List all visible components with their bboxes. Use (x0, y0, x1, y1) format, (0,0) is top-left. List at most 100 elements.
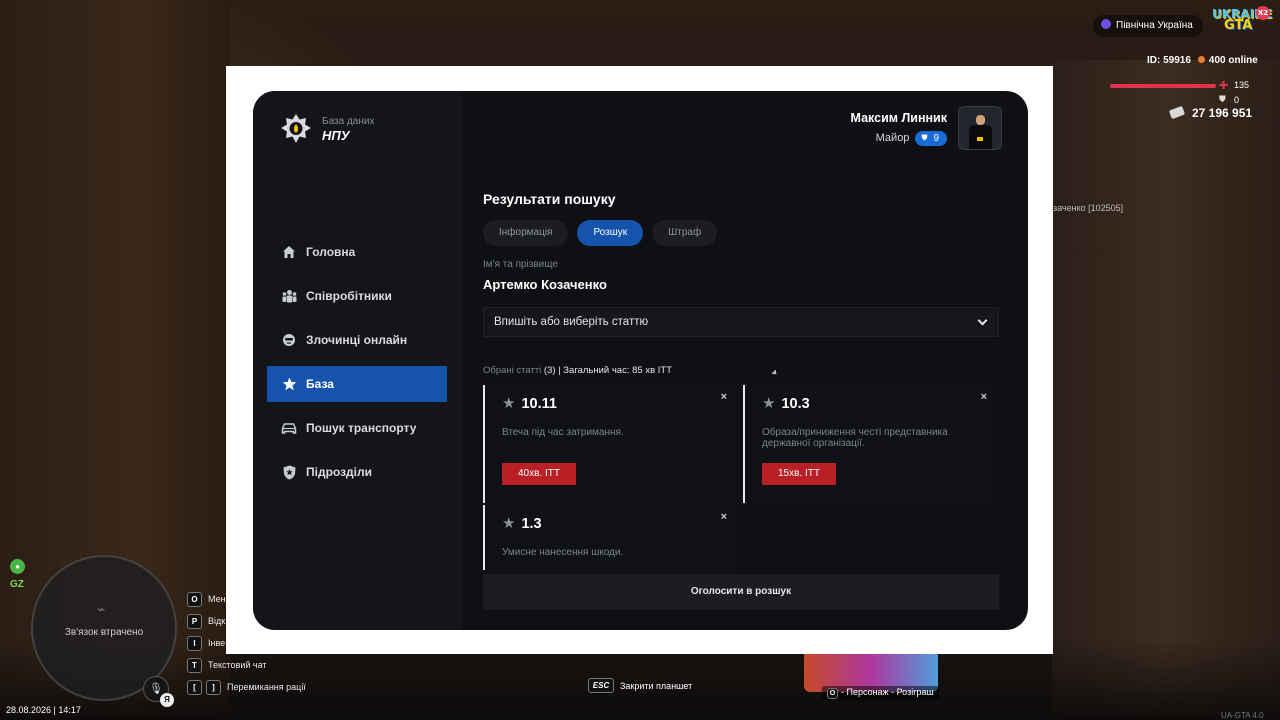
article-code: 1.3 (521, 516, 542, 532)
close-icon[interactable]: × (981, 391, 987, 403)
tab-fine[interactable]: Штраф (652, 220, 718, 246)
health-value: 135 (1234, 80, 1250, 90)
article-time-badge: 15хв. ITT (762, 463, 836, 485)
key-cap: [ (187, 679, 202, 695)
tab-wanted[interactable]: Розшук (577, 220, 644, 246)
brand: База даних НПУ (280, 113, 374, 145)
health-bar (1110, 84, 1216, 88)
sidebar-item-label: Співробітники (306, 289, 392, 303)
brand-subtitle: База даних (322, 115, 375, 127)
sidebar-item-home[interactable]: Головна (267, 234, 447, 270)
selected-count: (3) (543, 365, 556, 376)
key-cap: O (187, 591, 202, 607)
logo-multiplier-badge: X2 (1256, 6, 1270, 20)
rank-level: 9 (933, 132, 939, 144)
key-cap: P (187, 613, 202, 629)
article-description: Втеча під час затримання. (502, 427, 624, 438)
close-icon[interactable]: × (721, 391, 727, 403)
voice-badge: Я (160, 693, 174, 707)
selected-total-time: | Загальний час: 85 хв ITT (558, 365, 672, 376)
sidebar: База даних НПУ Головна Співробітники Зло… (253, 91, 462, 630)
sidebar-item-label: Пошук транспорту (306, 421, 417, 435)
article-select[interactable]: Впишіть або виберіть статтю (483, 307, 999, 337)
rank-badge: ⛊ 9 (915, 130, 947, 146)
suspect-name: Артемко Козаченко (483, 277, 607, 292)
sidebar-item-staff[interactable]: Співробітники (267, 278, 447, 314)
police-star-logo (280, 113, 312, 145)
badge-shield-icon (281, 464, 297, 480)
user-profile: Максим Линник Майор ⛊ 9 (851, 106, 1002, 150)
star-icon: ★ (502, 395, 516, 412)
minimap-status: Зв'язок втрачено (64, 627, 144, 638)
hotkey-text-chat: T Текстовий чат (187, 654, 306, 676)
hotkey-label: Інве (208, 638, 226, 648)
armor-value: 0 (1234, 95, 1240, 105)
key-cap: I (187, 635, 202, 651)
article-card: ★ 10.11 Втеча під час затримання. 40хв. … (483, 385, 736, 503)
online-count: 400 online (1208, 55, 1258, 66)
version-label: UA-GTA 4.0 (1221, 711, 1264, 720)
region-icon (1101, 19, 1111, 29)
armor-icon: ⛊ (1219, 94, 1226, 104)
promo-key: O (827, 688, 838, 699)
staff-icon (281, 288, 297, 304)
greenzone-icon: ● (10, 559, 25, 574)
article-code: 10.3 (781, 396, 810, 412)
home-icon (281, 244, 297, 260)
tab-information[interactable]: Інформація (483, 220, 569, 246)
sidebar-nav: Головна Співробітники Злочинці онлайн Ба… (267, 234, 447, 498)
rank-title: Майор (875, 132, 910, 144)
declare-wanted-button[interactable]: Оголосити в розшук (483, 574, 999, 610)
brand-title: НПУ (322, 127, 350, 143)
no-signal-icon: ⌁ (97, 601, 106, 617)
article-card: ★ 10.3 Образа/приниження честі представн… (743, 385, 996, 503)
article-time-badge: 40хв. ITT (502, 463, 576, 485)
nearby-player-tag: заченко [102505] (1053, 203, 1124, 213)
article-description: Образа/приниження честі представника дер… (762, 427, 948, 449)
sidebar-item-criminals-online[interactable]: Злочинці онлайн (267, 322, 447, 358)
selected-articles-list[interactable]: ★ 10.11 Втеча під час затримання. 40хв. … (483, 385, 999, 570)
hotkey-label: Текстовий чат (208, 660, 267, 670)
selected-label: Обрані статті (483, 365, 542, 376)
greenzone-label: GZ (10, 579, 24, 590)
hotkey-label: Відк (208, 616, 226, 626)
selected-articles-summary: Обрані статті (3) | Загальний час: 85 хв… (483, 365, 672, 376)
sidebar-item-label: Головна (306, 245, 356, 259)
car-icon (281, 420, 297, 436)
article-card: ★ 1.3 Умисне нанесення шкоди. × (483, 505, 736, 570)
star-icon: ★ (502, 515, 516, 532)
sidebar-item-label: Злочинці онлайн (306, 333, 408, 347)
player-id: ID: 59916 (1147, 55, 1191, 66)
result-tabs: Інформація Розшук Штраф (483, 220, 726, 246)
esc-key: ESC (588, 678, 614, 693)
key-cap: ] (206, 679, 221, 695)
sidebar-item-vehicle-search[interactable]: Пошук транспорту (267, 410, 447, 446)
logo-gta: GTA (1224, 18, 1253, 33)
promo-label: - Персонаж - Розіграш (841, 687, 934, 697)
star-icon: ★ (762, 395, 776, 412)
sidebar-item-units[interactable]: Підрозділи (267, 454, 447, 490)
background-wall-right (1052, 60, 1280, 720)
sidebar-item-database[interactable]: База (267, 366, 447, 402)
key-cap: T (187, 657, 202, 673)
hotkey-label: Перемикання рації (227, 682, 306, 692)
close-tablet-hint: ESC Закрити планшет (588, 678, 692, 693)
criminal-icon (281, 332, 297, 348)
rank-shield-icon: ⛊ (921, 133, 928, 142)
user-name: Максим Линник (850, 110, 947, 125)
money-value: 27 196 951 (1192, 106, 1253, 120)
date-time: 28.08.2026 | 14:17 (6, 705, 81, 715)
server-logo: UKRAINE GTA X2 (1212, 6, 1272, 42)
close-tablet-label: Закрити планшет (620, 680, 693, 691)
article-code: 10.11 (521, 396, 557, 412)
police-tablet: База даних НПУ Головна Співробітники Зло… (253, 91, 1028, 630)
close-icon[interactable]: × (721, 511, 727, 523)
hotkey-label: Мен (208, 594, 226, 604)
health-icon: ✚ (1219, 80, 1229, 92)
name-label: Ім'я та прізвище (483, 259, 558, 270)
promo-hint: O- Персонаж - Розіграш (822, 686, 939, 700)
cash-icon (1168, 105, 1186, 120)
page-title: Результати пошуку (483, 191, 616, 207)
star-icon (281, 376, 297, 392)
article-description: Умисне нанесення шкоди. (502, 547, 624, 558)
